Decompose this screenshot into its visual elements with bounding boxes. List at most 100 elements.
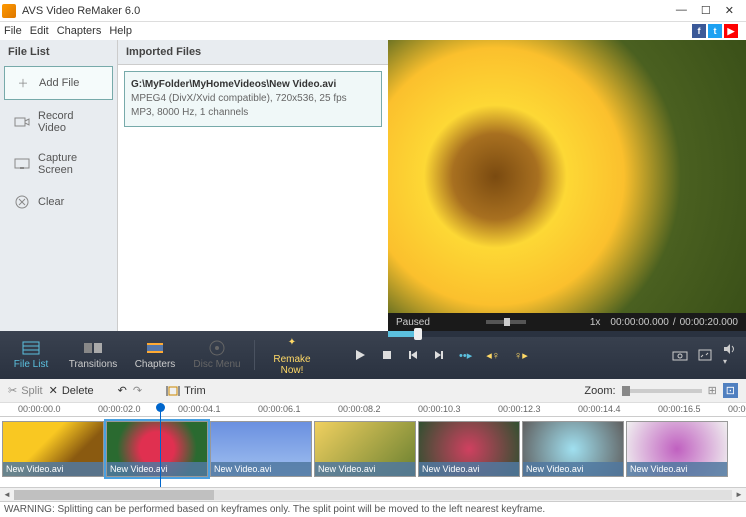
split-icon: ✂: [8, 384, 17, 397]
clip-label: New Video.avi: [523, 462, 623, 476]
timeline-clip[interactable]: New Video.avi: [210, 421, 312, 477]
fullscreen-button[interactable]: [698, 349, 712, 361]
timeline-clip[interactable]: New Video.avi: [106, 421, 208, 477]
prev-frame-button[interactable]: [407, 349, 419, 361]
next-frame-button[interactable]: [433, 349, 445, 361]
clip-label: New Video.avi: [419, 462, 519, 476]
toolbar-divider: [254, 340, 255, 370]
ruler-tick: 00:00:00.0: [18, 404, 61, 414]
zoom-full-button[interactable]: ⊡: [723, 383, 738, 398]
tool-transitions-label: Transitions: [62, 359, 124, 370]
imported-file-audio-meta: MP3, 8000 Hz, 1 channels: [131, 106, 375, 120]
timeline-clip[interactable]: New Video.avi: [314, 421, 416, 477]
ruler-tick: 00:00:10.3: [418, 404, 461, 414]
file-list-header: File List: [0, 40, 117, 64]
clip-label: New Video.avi: [3, 462, 103, 476]
filelist-icon: [21, 340, 41, 356]
snapshot-button[interactable]: [672, 349, 688, 361]
tool-transitions[interactable]: Transitions: [62, 340, 124, 370]
split-button[interactable]: ✂ Split: [8, 384, 43, 397]
scroll-track[interactable]: [14, 490, 732, 500]
close-button[interactable]: ✕: [725, 4, 734, 17]
scroll-thumb[interactable]: [14, 490, 214, 500]
time-separator: /: [673, 317, 676, 328]
ruler-tick: 00:00:14.4: [578, 404, 621, 414]
preview-total-time: 00:00:20.000: [680, 317, 738, 328]
twitter-icon[interactable]: t: [708, 24, 722, 38]
trim-button[interactable]: Trim: [166, 385, 206, 397]
tool-remake-label: Remake Now!: [261, 354, 323, 376]
minimize-button[interactable]: —: [676, 4, 687, 17]
zoom-slider[interactable]: [622, 389, 702, 393]
preview-state: Paused: [396, 317, 430, 328]
preview-panel: Paused 1x 00:00:00.000 / 00:00:20.000: [388, 40, 746, 331]
capture-screen-label: Capture Screen: [38, 152, 103, 176]
tool-remake[interactable]: ✦ Remake Now!: [261, 335, 323, 376]
timeline[interactable]: 00:00:00.0 00:00:02.0 00:00:04.1 00:00:0…: [0, 403, 746, 487]
monitor-icon: [14, 156, 30, 172]
youtube-icon[interactable]: ▶: [724, 24, 738, 38]
volume-button[interactable]: ▾: [722, 343, 736, 367]
key-next-button[interactable]: ♀▸: [514, 349, 528, 362]
menu-help[interactable]: Help: [109, 25, 132, 37]
redo-icon: ↷: [133, 384, 142, 397]
add-file-label: Add File: [39, 77, 79, 89]
ruler-tick: 00:00:02.0: [98, 404, 141, 414]
clear-icon: [14, 194, 30, 210]
timeline-clip[interactable]: New Video.avi: [626, 421, 728, 477]
undo-icon: ↶: [118, 384, 127, 397]
imported-file-item[interactable]: G:\MyFolder\MyHomeVideos\New Video.avi M…: [124, 71, 382, 127]
delete-icon: ✕: [49, 384, 58, 397]
tool-discmenu[interactable]: Disc Menu: [186, 340, 248, 370]
transitions-icon: [83, 340, 103, 356]
playhead[interactable]: [160, 403, 161, 487]
menu-edit[interactable]: Edit: [30, 25, 49, 37]
add-file-button[interactable]: ＋ Add File: [4, 66, 113, 100]
preview-status-bar: Paused 1x 00:00:00.000 / 00:00:20.000: [388, 313, 746, 331]
tool-chapters[interactable]: Chapters: [124, 340, 186, 370]
remake-icon: ✦: [282, 335, 302, 351]
maximize-button[interactable]: ☐: [701, 4, 711, 17]
ruler-tick: 00:00:08.2: [338, 404, 381, 414]
timeline-clip[interactable]: New Video.avi: [418, 421, 520, 477]
clip-label: New Video.avi: [107, 462, 207, 476]
preview-progress-bar[interactable]: [388, 331, 746, 337]
record-video-button[interactable]: Record Video: [4, 102, 113, 142]
trim-icon: [166, 385, 180, 397]
zoom-fit-button[interactable]: ⊞: [708, 384, 717, 397]
imported-files-panel: Imported Files G:\MyFolder\MyHomeVideos\…: [118, 40, 388, 331]
key-prev-button[interactable]: ◂♀: [486, 349, 500, 362]
split-label: Split: [21, 385, 42, 397]
scroll-left-button[interactable]: ◄: [0, 490, 14, 499]
ruler-tick: 00:00:04.1: [178, 404, 221, 414]
delete-label: Delete: [62, 385, 94, 397]
facebook-icon[interactable]: f: [692, 24, 706, 38]
undo-button[interactable]: ↶: [118, 384, 127, 397]
play-button[interactable]: [353, 348, 367, 362]
file-list-panel: File List ＋ Add File Record Video Captur…: [0, 40, 118, 331]
menu-file[interactable]: File: [4, 25, 22, 37]
menubar: File Edit Chapters Help f t ▶: [0, 22, 746, 40]
timeline-clip[interactable]: New Video.avi: [2, 421, 104, 477]
tool-filelist[interactable]: File List: [0, 340, 62, 370]
timeline-scrollbar[interactable]: ◄ ►: [0, 487, 746, 501]
clip-label: New Video.avi: [315, 462, 415, 476]
main-toolbar: File List Transitions Chapters Disc Menu…: [0, 331, 746, 379]
speed-slider[interactable]: [486, 320, 526, 324]
scroll-right-button[interactable]: ►: [732, 490, 746, 499]
menu-chapters[interactable]: Chapters: [57, 25, 102, 37]
clear-button[interactable]: Clear: [4, 186, 113, 218]
delete-button[interactable]: ✕ Delete: [49, 384, 94, 397]
timeline-clip[interactable]: New Video.avi: [522, 421, 624, 477]
redo-button[interactable]: ↷: [133, 384, 142, 397]
preview-current-time: 00:00:00.000: [610, 317, 668, 328]
timeline-ruler[interactable]: 00:00:00.0 00:00:02.0 00:00:04.1 00:00:0…: [0, 403, 746, 417]
discmenu-icon: [207, 340, 227, 356]
stop-button[interactable]: [381, 349, 393, 361]
tool-chapters-label: Chapters: [124, 359, 186, 370]
step-button[interactable]: ••▸: [459, 349, 472, 362]
imported-file-video-meta: MPEG4 (DivX/Xvid compatible), 720x536, 2…: [131, 92, 375, 106]
capture-screen-button[interactable]: Capture Screen: [4, 144, 113, 184]
preview-image[interactable]: [388, 40, 746, 313]
ruler-tick: 00:00:06.1: [258, 404, 301, 414]
